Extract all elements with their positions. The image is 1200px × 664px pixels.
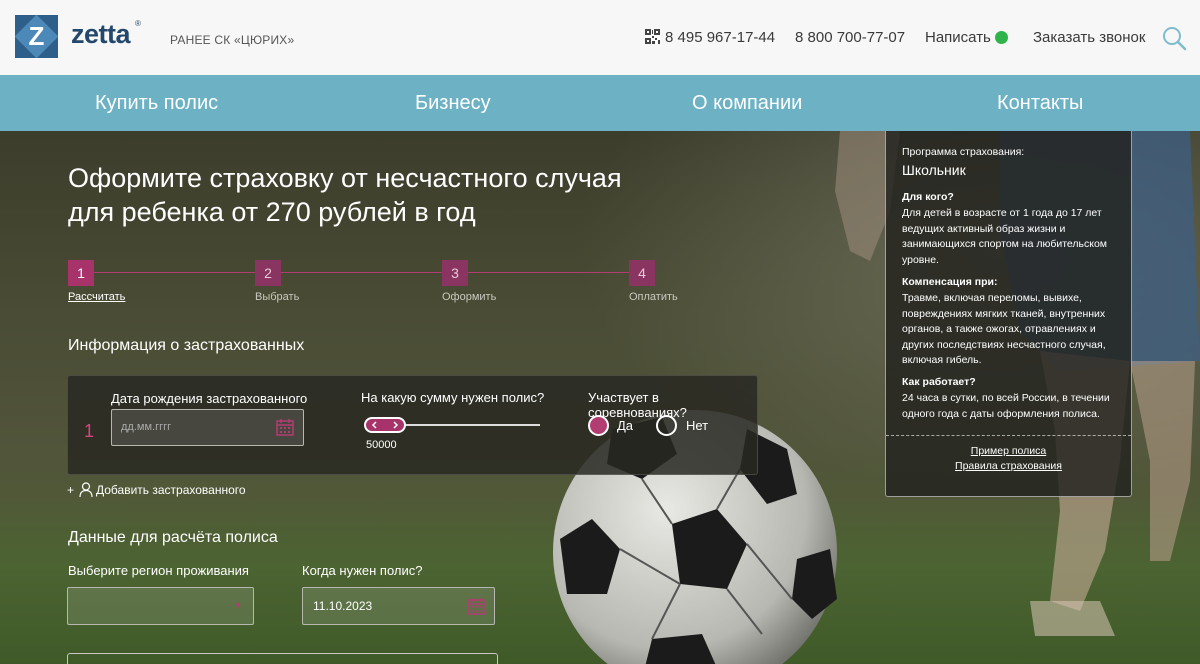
nav-item-about[interactable]: О компании: [692, 92, 802, 115]
compensation-title: Компенсация при:: [902, 276, 998, 288]
nav-item-buy-policy[interactable]: Купить полис: [95, 92, 218, 115]
formerly-caption: РАНЕЕ СК «ЦЮРИХ»: [170, 33, 295, 47]
qr-code-icon[interactable]: [645, 29, 660, 44]
insurance-rules-link[interactable]: Правила страхования: [886, 460, 1131, 472]
logo-trademark: ®: [135, 19, 141, 28]
chevron-down-icon: ▼: [234, 601, 242, 610]
example-policy-link[interactable]: Пример полиса: [886, 445, 1131, 457]
competition-label: Участвует в соревнованиях?: [588, 390, 687, 420]
program-name: Школьник: [902, 162, 966, 178]
add-insured-label: Добавить застрахованного: [96, 483, 246, 497]
headline-line-1: Оформите страховку от несчастного случая: [68, 163, 622, 193]
competition-no-radio[interactable]: [656, 415, 677, 436]
person-icon: [79, 482, 93, 497]
page-headline: Оформите страховку от несчастного случая…: [68, 161, 622, 229]
birth-date-label: Дата рождения застрахованного: [111, 391, 308, 406]
zetta-logo-icon[interactable]: Z: [15, 15, 58, 58]
step-2-marker: 2: [255, 260, 281, 286]
region-select[interactable]: ▼: [67, 587, 254, 625]
program-caption: Программа страхования:: [902, 146, 1025, 158]
calendar-icon[interactable]: [467, 598, 485, 615]
sum-slider-value: 50000: [366, 439, 397, 451]
region-label: Выберите регион проживания: [68, 563, 249, 578]
sum-slider-thumb[interactable]: [364, 417, 406, 433]
step-3-marker: 3: [442, 260, 468, 286]
calendar-icon[interactable]: [276, 419, 294, 436]
slider-arrows-icon: [371, 421, 399, 429]
step-4-marker: 4: [629, 260, 655, 286]
nav-item-business[interactable]: Бизнесу: [415, 92, 491, 115]
phone-freecall-link[interactable]: 8 800 700-77-07: [795, 29, 905, 46]
compensation-text: Травме, включая переломы, вывихе, повреж…: [902, 292, 1106, 366]
write-link[interactable]: Написать: [925, 29, 991, 46]
next-form-panel: [67, 653, 498, 664]
step-1-label[interactable]: Рассчитать: [68, 291, 125, 303]
sum-label: На какую сумму нужен полис?: [361, 390, 545, 405]
competition-yes-radio[interactable]: [588, 415, 609, 436]
site-header: Z zetta ® РАНЕЕ СК «ЦЮРИХ» 8 495 967-17-…: [0, 0, 1200, 75]
nav-item-contacts[interactable]: Контакты: [997, 92, 1083, 115]
insured-row-number: 1: [84, 421, 95, 441]
step-1-marker[interactable]: 1: [68, 260, 94, 286]
program-info-panel: Программа страхования: Школьник Для кого…: [885, 131, 1132, 497]
step-4-label: Оплатить: [629, 291, 678, 303]
insured-section-title: Информация о застрахованных: [68, 337, 305, 354]
how-it-works-text: 24 часа в сутки, по всей России, в течен…: [902, 392, 1110, 420]
phone-moscow-link[interactable]: 8 495 967-17-44: [665, 29, 775, 46]
policy-data-section-title: Данные для расчёта полиса: [68, 529, 278, 546]
competition-no-label[interactable]: Нет: [686, 418, 708, 433]
insured-person-card: 1 Дата рождения застрахованного дд.мм.гг…: [67, 375, 758, 475]
for-whom-text: Для детей в возрасте от 1 года до 17 лет…: [902, 207, 1108, 266]
headline-line-2: для ребенка от 270 рублей в год: [68, 197, 476, 227]
step-3-label: Оформить: [442, 291, 497, 303]
policy-start-label: Когда нужен полис?: [302, 563, 423, 578]
main-nav: Купить полис Бизнесу О компании Контакты: [0, 75, 1200, 131]
step-2-label: Выбрать: [255, 291, 300, 303]
request-callback-link[interactable]: Заказать звонок: [1033, 29, 1145, 46]
for-whom-title: Для кого?: [902, 191, 954, 203]
search-icon[interactable]: [1162, 26, 1187, 51]
how-it-works-title: Как работает?: [902, 376, 976, 388]
plus-icon: +: [67, 483, 75, 497]
info-divider: [886, 435, 1131, 436]
steps-progress-line: [80, 272, 640, 273]
logo-text[interactable]: zetta: [71, 19, 131, 50]
competition-yes-label[interactable]: Да: [617, 418, 633, 433]
whatsapp-icon[interactable]: [995, 31, 1008, 44]
